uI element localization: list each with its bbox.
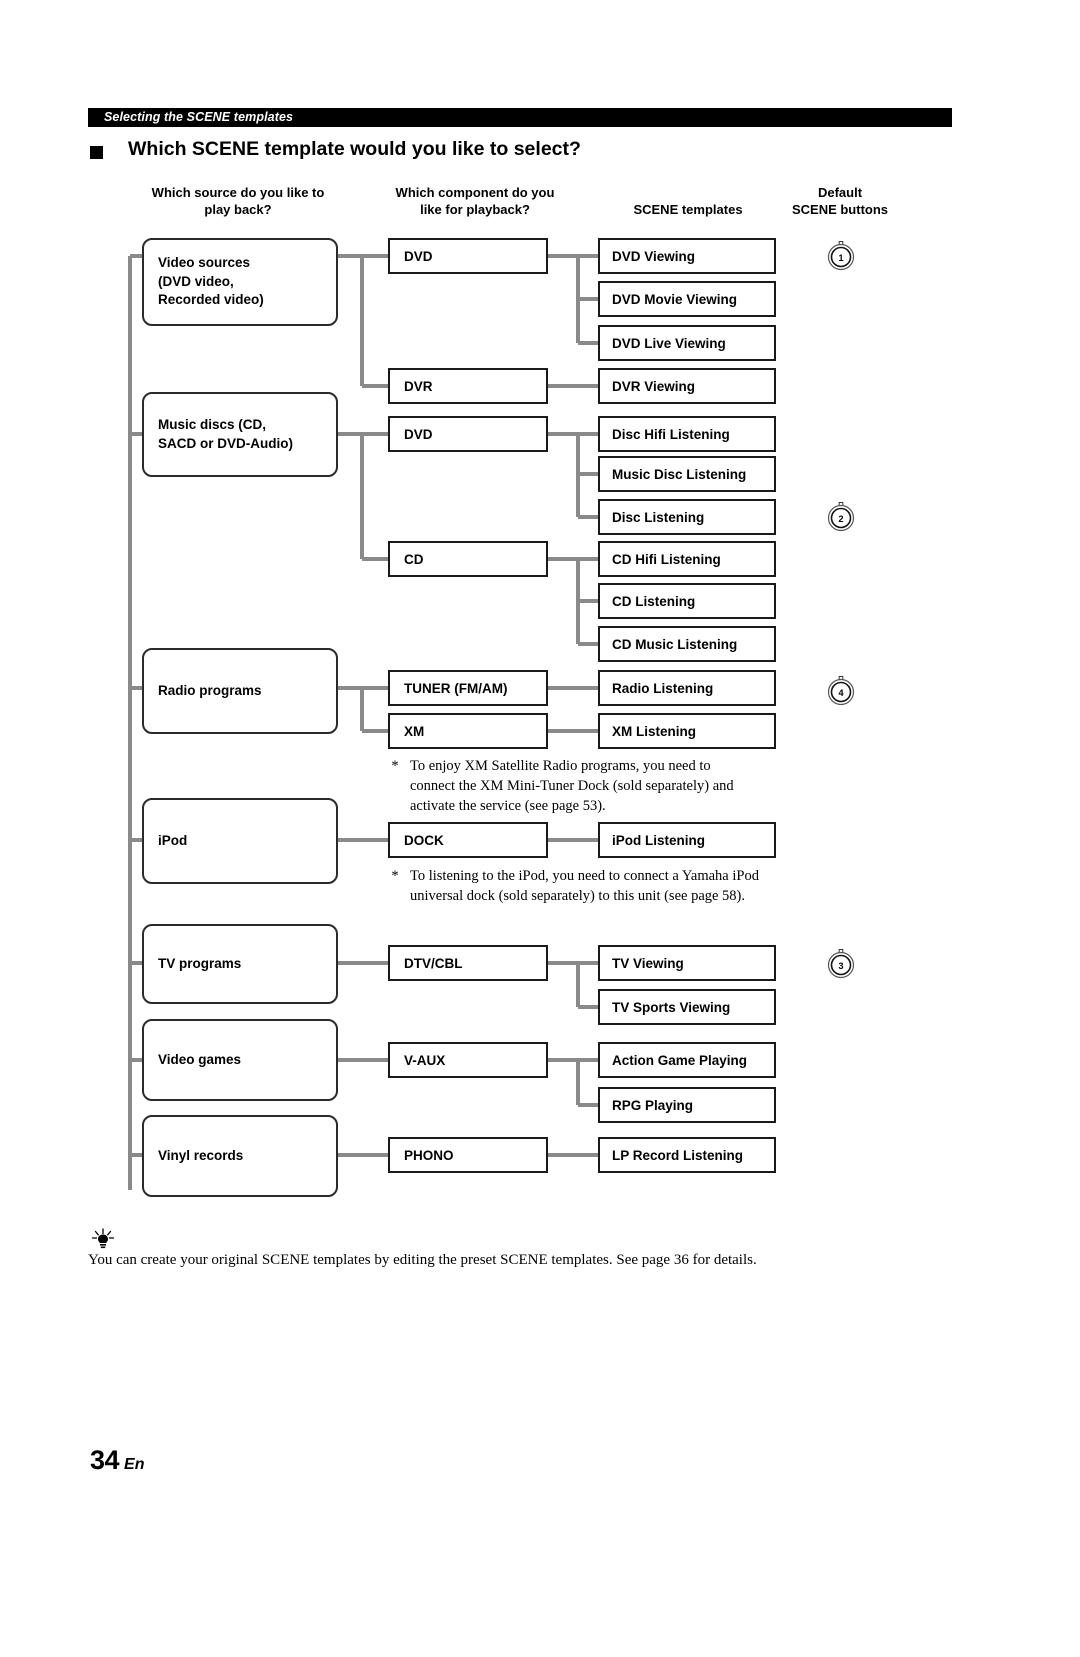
source-label: Radio programs (158, 682, 262, 698)
template-label: iPod Listening (612, 832, 705, 848)
template-box-disc-hifi-listening[interactable]: Disc Hifi Listening (598, 416, 776, 452)
scene-button-number: 2 (838, 514, 844, 524)
scene-button-number: 4 (838, 688, 844, 698)
source-label: iPod (158, 832, 188, 848)
template-box-tv-sports-viewing[interactable]: TV Sports Viewing (598, 989, 776, 1025)
footnote-ipod: * To listening to the iPod, you need to … (388, 866, 768, 906)
source-label: Video sources (DVD video, Recorded video… (158, 255, 264, 308)
template-label: DVD Viewing (612, 248, 696, 264)
template-box-cd-hifi-listening[interactable]: CD Hifi Listening (598, 541, 776, 577)
template-label: TV Sports Viewing (612, 999, 731, 1015)
footnote-xm: * To enjoy XM Satellite Radio programs, … (388, 756, 758, 816)
section-title-row: Which SCENE template would you like to s… (90, 138, 970, 168)
component-label: DVD (404, 426, 433, 442)
footnote-marker: * (391, 868, 399, 884)
component-box-dtv-cbl[interactable]: DTV/CBL (388, 945, 548, 981)
template-label: DVD Movie Viewing (612, 291, 738, 307)
template-box-disc-listening[interactable]: Disc Listening (598, 499, 776, 535)
template-box-music-disc-listening[interactable]: Music Disc Listening (598, 456, 776, 492)
template-label: TV Viewing (612, 955, 684, 971)
component-label: DOCK (404, 832, 444, 848)
component-label: XM (404, 723, 425, 739)
template-box-rpg-playing[interactable]: RPG Playing (598, 1087, 776, 1123)
source-box-tv-programs[interactable]: TV programs (142, 924, 338, 1004)
component-box-v-aux[interactable]: V-AUX (388, 1042, 548, 1078)
template-label: CD Music Listening (612, 636, 738, 652)
source-label: Vinyl records (158, 1147, 244, 1163)
component-box-cd[interactable]: CD (388, 541, 548, 577)
component-label: CD (404, 551, 424, 567)
component-box-tuner[interactable]: TUNER (FM/AM) (388, 670, 548, 706)
template-box-dvd-live-viewing[interactable]: DVD Live Viewing (598, 325, 776, 361)
component-box-xm[interactable]: XM (388, 713, 548, 749)
component-label: PHONO (404, 1147, 454, 1163)
page-footer: 34 En (90, 1445, 145, 1476)
running-header-text: Selecting the SCENE templates (104, 110, 294, 124)
tip-bulb-icon (90, 1228, 116, 1250)
template-box-dvd-movie-viewing[interactable]: DVD Movie Viewing (598, 281, 776, 317)
source-label: Video games (158, 1051, 242, 1067)
template-box-dvd-viewing[interactable]: DVD Viewing (598, 238, 776, 274)
component-label: V-AUX (404, 1052, 446, 1068)
template-label: Disc Listening (612, 509, 705, 525)
component-box-phono[interactable]: PHONO (388, 1137, 548, 1173)
template-label: Disc Hifi Listening (612, 426, 730, 442)
template-box-ipod-listening[interactable]: iPod Listening (598, 822, 776, 858)
source-box-music-discs[interactable]: Music discs (CD, SACD or DVD-Audio) (142, 392, 338, 477)
column-header-buttons: Default SCENE buttons (791, 185, 889, 217)
scene-button-number: 3 (838, 961, 844, 971)
template-box-cd-music-listening[interactable]: CD Music Listening (598, 626, 776, 662)
page-number: 34 (90, 1445, 120, 1475)
footnote-text: To enjoy XM Satellite Radio programs, yo… (410, 758, 734, 814)
page-title: Which SCENE template would you like to s… (128, 138, 581, 160)
template-box-dvr-viewing[interactable]: DVR Viewing (598, 368, 776, 404)
template-label: Music Disc Listening (612, 466, 747, 482)
component-box-dock[interactable]: DOCK (388, 822, 548, 858)
component-box-dvr[interactable]: DVR (388, 368, 548, 404)
component-label: DVD (404, 248, 433, 264)
column-header-source: Which source do you like to play back? (151, 185, 325, 217)
scene-button-4-icon[interactable]: 4 (826, 676, 856, 706)
template-box-lp-record-listening[interactable]: LP Record Listening (598, 1137, 776, 1173)
source-box-vinyl-records[interactable]: Vinyl records (142, 1115, 338, 1197)
footnote-marker: * (391, 758, 399, 774)
source-box-ipod[interactable]: iPod (142, 798, 338, 884)
source-label: TV programs (158, 955, 242, 971)
source-label: Music discs (CD, SACD or DVD-Audio) (158, 417, 293, 451)
page-language: En (124, 1456, 145, 1473)
template-label: DVR Viewing (612, 378, 696, 394)
template-label: CD Hifi Listening (612, 551, 721, 567)
template-box-cd-listening[interactable]: CD Listening (598, 583, 776, 619)
component-label: DVR (404, 378, 433, 394)
running-header-bar: Selecting the SCENE templates (88, 108, 952, 127)
template-box-xm-listening[interactable]: XM Listening (598, 713, 776, 749)
source-box-video-sources[interactable]: Video sources (DVD video, Recorded video… (142, 238, 338, 326)
template-box-action-game-playing[interactable]: Action Game Playing (598, 1042, 776, 1078)
template-label: Action Game Playing (612, 1052, 748, 1068)
component-box-dvd-1[interactable]: DVD (388, 238, 548, 274)
square-bullet-icon (90, 146, 103, 159)
template-label: DVD Live Viewing (612, 335, 726, 351)
template-box-radio-listening[interactable]: Radio Listening (598, 670, 776, 706)
tip-text: You can create your original SCENE templ… (88, 1252, 757, 1268)
scene-button-2-icon[interactable]: 2 (826, 502, 856, 532)
column-header-component: Which component do you like for playback… (395, 185, 555, 217)
template-label: CD Listening (612, 593, 696, 609)
scene-button-1-icon[interactable]: 1 (826, 241, 856, 271)
template-box-tv-viewing[interactable]: TV Viewing (598, 945, 776, 981)
template-label: LP Record Listening (612, 1147, 744, 1163)
template-label: RPG Playing (612, 1097, 694, 1113)
template-label: XM Listening (612, 723, 696, 739)
component-label: TUNER (FM/AM) (404, 680, 508, 696)
template-label: Radio Listening (612, 680, 714, 696)
column-header-templates: SCENE templates (633, 202, 743, 217)
scene-button-number: 1 (838, 253, 844, 263)
source-box-radio-programs[interactable]: Radio programs (142, 648, 338, 734)
source-box-video-games[interactable]: Video games (142, 1019, 338, 1101)
component-label: DTV/CBL (404, 955, 463, 971)
footnote-text: To listening to the iPod, you need to co… (410, 868, 759, 904)
scene-button-3-icon[interactable]: 3 (826, 949, 856, 979)
component-box-dvd-2[interactable]: DVD (388, 416, 548, 452)
